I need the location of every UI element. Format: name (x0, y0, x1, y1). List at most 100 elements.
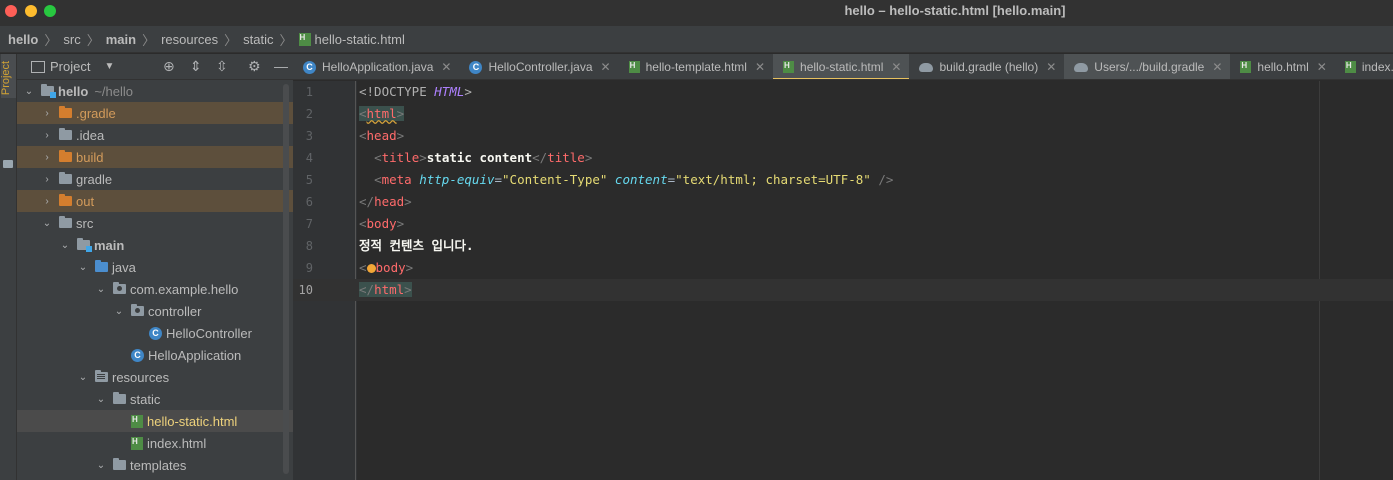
code-line[interactable]: 3 <head> (293, 125, 1393, 147)
code-line[interactable]: 2 <html> (293, 103, 1393, 125)
code-line[interactable]: 8 정적 컨텐츠 입니다. (293, 235, 1393, 257)
tab-index-html[interactable]: index.html (1335, 54, 1393, 79)
chevron-down-icon[interactable]: ⌄ (77, 372, 89, 383)
chevron-down-icon[interactable]: ⌄ (95, 460, 107, 471)
line-number: 4 (305, 151, 313, 165)
tag-bracket: > (404, 194, 412, 209)
chevron-right-icon[interactable]: › (41, 130, 53, 141)
chevron-down-icon[interactable]: ⌄ (95, 284, 107, 295)
tag-bracket: </ (532, 150, 548, 165)
chevron-down-icon[interactable]: ⌄ (59, 240, 71, 251)
left-tool-strip: Project (0, 54, 17, 480)
close-icon[interactable]: ✕ (1317, 60, 1327, 74)
tree-item-hello-static[interactable]: hello-static.html (17, 410, 293, 432)
tab-hello-static[interactable]: hello-static.html ✕ (773, 54, 910, 79)
breadcrumb-item-main[interactable]: main (106, 32, 136, 47)
chevron-right-icon[interactable]: › (41, 108, 53, 119)
hide-panel-icon[interactable]: — (274, 59, 288, 73)
project-panel-scrollbar[interactable] (283, 84, 289, 474)
tree-item-package-hello[interactable]: ⌄ com.example.hello (17, 278, 293, 300)
chevron-right-icon[interactable]: › (41, 152, 53, 163)
tree-item-gradle[interactable]: › gradle (17, 168, 293, 190)
code-line[interactable]: 4 <title>static content</title> (293, 147, 1393, 169)
close-icon[interactable]: ✕ (601, 60, 611, 74)
tree-item-index[interactable]: index.html (17, 432, 293, 454)
tree-item-src[interactable]: ⌄ src (17, 212, 293, 234)
code-line[interactable]: 1 <!DOCTYPE HTML> (293, 81, 1393, 103)
code-line[interactable]: 9 < body> (293, 257, 1393, 279)
close-icon[interactable]: ✕ (1212, 60, 1222, 74)
tab-hello-html[interactable]: hello.html ✕ (1230, 54, 1334, 79)
tag-bracket: > (405, 260, 414, 275)
gear-icon[interactable]: ⚙ (248, 59, 261, 73)
tree-item-java[interactable]: ⌄ java (17, 256, 293, 278)
close-icon[interactable]: ✕ (1046, 60, 1056, 74)
chevron-right-icon[interactable]: › (41, 174, 53, 185)
tab-users-build-gradle[interactable]: Users/.../build.gradle ✕ (1064, 54, 1231, 79)
chevron-right-icon[interactable]: › (41, 196, 53, 207)
locate-file-icon[interactable]: ⊕ (163, 59, 175, 73)
code-line-current[interactable]: 10 </html> (293, 279, 1393, 301)
tab-build-gradle-hello[interactable]: build.gradle (hello) ✕ (909, 54, 1064, 79)
line-number: 7 (305, 217, 313, 231)
project-tree: ⌄ hello ~/hello › .gradle › .idea › buil… (17, 80, 293, 476)
tag-bracket: > (584, 150, 593, 165)
chevron-down-icon[interactable]: ⌄ (41, 218, 53, 229)
folder-icon[interactable] (3, 160, 13, 168)
code-text: < body> (359, 257, 413, 279)
breadcrumb-item-file[interactable]: hello-static.html (315, 32, 405, 47)
tab-hello-template[interactable]: hello-template.html ✕ (619, 54, 773, 79)
tree-item-out[interactable]: › out (17, 190, 293, 212)
line-number: 1 (305, 85, 313, 99)
line-number: 5 (305, 173, 313, 187)
breadcrumb-separator-icon: 〉 (142, 32, 156, 48)
code-line[interactable]: 7 <body> (293, 213, 1393, 235)
breadcrumb-item-static[interactable]: static (243, 32, 273, 47)
tree-item-label: templates (130, 457, 187, 473)
close-icon[interactable]: ✕ (441, 60, 451, 74)
lightbulb-icon[interactable] (366, 264, 376, 273)
tree-item-static[interactable]: ⌄ static (17, 388, 293, 410)
tree-item-idea[interactable]: › .idea (17, 124, 293, 146)
code-line[interactable]: 6 </head> (293, 191, 1393, 213)
tab-helloapplication[interactable]: C HelloApplication.java ✕ (293, 54, 459, 79)
code-content: 1 <!DOCTYPE HTML> 2 <html> 3 <head> 4 <t… (293, 81, 1393, 301)
tag-bracket: < (359, 216, 367, 231)
code-editor[interactable]: 1 <!DOCTYPE HTML> 2 <html> 3 <head> 4 <t… (293, 81, 1393, 480)
doctype-token: <!DOCTYPE (359, 84, 435, 99)
line-number: 9 (305, 261, 313, 275)
chevron-down-icon[interactable]: ⌄ (77, 262, 89, 273)
chevron-down-icon[interactable]: ⌄ (113, 306, 125, 317)
project-tool-tab[interactable]: Project (0, 54, 16, 98)
collapse-all-icon[interactable]: ⇳ (216, 59, 228, 73)
tab-hellocontroller[interactable]: C HelloController.java ✕ (459, 54, 618, 79)
project-panel: Project ▼ ⊕ ⇕ ⇳ ⚙ — ⌄ hello ~/hello › .g… (17, 54, 293, 480)
breadcrumb-item-hello[interactable]: hello (8, 32, 38, 47)
chevron-down-icon[interactable]: ⌄ (23, 86, 35, 97)
attribute-value: "Content-Type" (502, 172, 608, 187)
chevron-down-icon[interactable]: ⌄ (95, 394, 107, 405)
tag-bracket: > (419, 150, 427, 165)
tree-item-hellocontroller[interactable]: C HelloController (17, 322, 293, 344)
breadcrumb-item-resources[interactable]: resources (161, 32, 218, 47)
tree-item-main[interactable]: ⌄ main (17, 234, 293, 256)
expand-all-icon[interactable]: ⇕ (190, 59, 202, 73)
tree-item-templates[interactable]: ⌄ templates (17, 454, 293, 476)
attribute-equals: = (667, 172, 676, 187)
code-line[interactable]: 5 <meta http-equiv="Content-Type" conten… (293, 169, 1393, 191)
tree-item-build[interactable]: › build (17, 146, 293, 168)
tree-item-label: com.example.hello (130, 281, 239, 297)
tree-item-hello[interactable]: ⌄ hello ~/hello (17, 80, 293, 102)
breadcrumb-item-src[interactable]: src (63, 32, 80, 47)
tree-item-gradle-cache[interactable]: › .gradle (17, 102, 293, 124)
close-icon[interactable]: ✕ (891, 60, 901, 74)
project-panel-title[interactable]: Project (50, 59, 90, 74)
tree-item-helloapplication[interactable]: C HelloApplication (17, 344, 293, 366)
close-icon[interactable]: ✕ (755, 60, 765, 74)
chevron-down-icon[interactable]: ▼ (104, 61, 114, 72)
tab-label: Users/.../build.gradle (1094, 60, 1205, 74)
tree-item-resources[interactable]: ⌄ resources (17, 366, 293, 388)
breadcrumb: hello 〉 src 〉 main 〉 resources 〉 static … (0, 26, 1393, 53)
tree-item-controller[interactable]: ⌄ controller (17, 300, 293, 322)
